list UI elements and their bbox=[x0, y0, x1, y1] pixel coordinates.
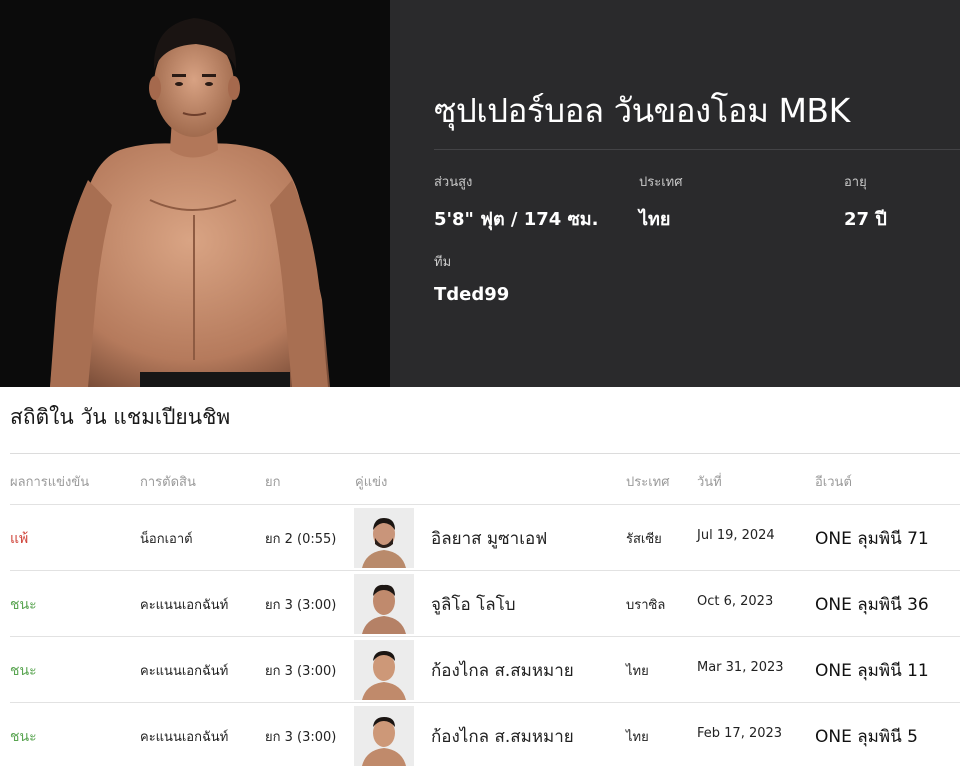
table-row[interactable]: ชนะ คะแนนเอกฉันท์ ยก 3 (3:00) ก้องไกล ส.… bbox=[0, 636, 960, 702]
col-head-country: ประเทศ bbox=[626, 475, 670, 490]
date-cell: Feb 17, 2023 bbox=[697, 726, 783, 741]
result-cell: ชนะ bbox=[10, 729, 37, 745]
opponent-name[interactable]: ก้องไกล ส.สมหมาย bbox=[431, 657, 574, 684]
method-cell: คะแนนเอกฉันท์ bbox=[140, 598, 229, 613]
round-cell: ยก 3 (3:00) bbox=[265, 598, 337, 613]
round-cell: ยก 3 (3:00) bbox=[265, 730, 337, 745]
row-divider bbox=[10, 636, 960, 637]
col-head-opponent: คู่แข่ง bbox=[355, 475, 388, 490]
round-cell: ยก 2 (0:55) bbox=[265, 532, 337, 547]
date-cell: Oct 6, 2023 bbox=[697, 594, 774, 609]
event-link[interactable]: ONE ลุมพินี 11 bbox=[815, 657, 929, 684]
country-cell: บราซิล bbox=[626, 598, 666, 613]
table-row[interactable]: ชนะ คะแนนเอกฉันท์ ยก 3 (3:00) ก้องไกล ส.… bbox=[0, 702, 960, 768]
col-head-date: วันที่ bbox=[697, 475, 722, 490]
opponent-avatar[interactable] bbox=[354, 574, 414, 634]
col-head-method: การตัดสิน bbox=[140, 475, 196, 490]
date-cell: Mar 31, 2023 bbox=[697, 660, 784, 675]
stat-height-label: ส่วนสูง bbox=[434, 175, 473, 190]
stat-country-label: ประเทศ bbox=[639, 175, 683, 190]
method-cell: คะแนนเอกฉันท์ bbox=[140, 730, 229, 745]
opponent-photo bbox=[354, 508, 414, 568]
opponent-avatar[interactable] bbox=[354, 640, 414, 700]
divider bbox=[434, 149, 960, 150]
opponent-name[interactable]: จูลิโอ โลโบ bbox=[431, 591, 516, 618]
event-link[interactable]: ONE ลุมพินี 71 bbox=[815, 525, 929, 552]
event-link[interactable]: ONE ลุมพินี 36 bbox=[815, 591, 929, 618]
country-cell: ไทย bbox=[626, 730, 649, 745]
country-cell: รัสเซีย bbox=[626, 532, 662, 547]
opponent-avatar[interactable] bbox=[354, 508, 414, 568]
method-cell: คะแนนเอกฉันท์ bbox=[140, 664, 229, 679]
country-cell: ไทย bbox=[626, 664, 649, 679]
col-head-round: ยก bbox=[265, 475, 281, 490]
opponent-name[interactable]: ก้องไกล ส.สมหมาย bbox=[431, 723, 574, 750]
round-cell: ยก 3 (3:00) bbox=[265, 664, 337, 679]
result-cell: ชนะ bbox=[10, 663, 37, 679]
stat-team: ทีม Tded99 bbox=[434, 251, 509, 305]
stat-age-label: อายุ bbox=[844, 175, 867, 190]
result-cell: แพ้ bbox=[10, 531, 29, 547]
fighter-name: ซุปเปอร์บอล วันของโอม MBK bbox=[434, 91, 850, 130]
stat-age-value: 27 ปี bbox=[844, 209, 887, 230]
opponent-photo bbox=[354, 640, 414, 700]
fighter-hero: ซุปเปอร์บอล วันของโอม MBK ส่วนสูง 5'8" ฟ… bbox=[0, 0, 960, 387]
opponent-avatar[interactable] bbox=[354, 706, 414, 766]
stat-team-value[interactable]: Tded99 bbox=[434, 284, 509, 305]
stat-team-label: ทีม bbox=[434, 255, 452, 270]
row-divider bbox=[10, 570, 960, 571]
fighter-info-panel: ซุปเปอร์บอล วันของโอม MBK ส่วนสูง 5'8" ฟ… bbox=[390, 0, 960, 387]
col-head-result: ผลการแข่งขัน bbox=[10, 475, 90, 490]
date-cell: Jul 19, 2024 bbox=[697, 528, 775, 543]
opponent-photo bbox=[354, 574, 414, 634]
stat-height-value: 5'8" ฟุต / 174 ซม. bbox=[434, 209, 599, 230]
result-cell: ชนะ bbox=[10, 597, 37, 613]
section-divider bbox=[10, 453, 960, 454]
stat-country: ประเทศ ไทย bbox=[639, 171, 682, 233]
table-row[interactable]: แพ้ น็อกเอาต์ ยก 2 (0:55) อิลยาส มูซาเอฟ… bbox=[0, 504, 960, 570]
method-cell: น็อกเอาต์ bbox=[140, 532, 193, 547]
stat-height: ส่วนสูง 5'8" ฟุต / 174 ซม. bbox=[434, 171, 599, 233]
opponent-photo bbox=[354, 706, 414, 766]
event-link[interactable]: ONE ลุมพินี 5 bbox=[815, 723, 918, 750]
opponent-name[interactable]: อิลยาส มูซาเอฟ bbox=[431, 525, 547, 552]
table-row[interactable]: ชนะ คะแนนเอกฉันท์ ยก 3 (3:00) จูลิโอ โลโ… bbox=[0, 570, 960, 636]
row-divider bbox=[10, 702, 960, 703]
stat-age: อายุ 27 ปี bbox=[844, 171, 887, 233]
fighter-portrait-image bbox=[0, 0, 390, 387]
stat-country-value: ไทย bbox=[639, 209, 671, 230]
fighter-photo bbox=[0, 0, 390, 387]
row-divider bbox=[10, 504, 960, 505]
col-head-event: อีเวนต์ bbox=[815, 475, 852, 490]
record-title: สถิติใน วัน แชมเปียนชิพ bbox=[10, 405, 231, 429]
